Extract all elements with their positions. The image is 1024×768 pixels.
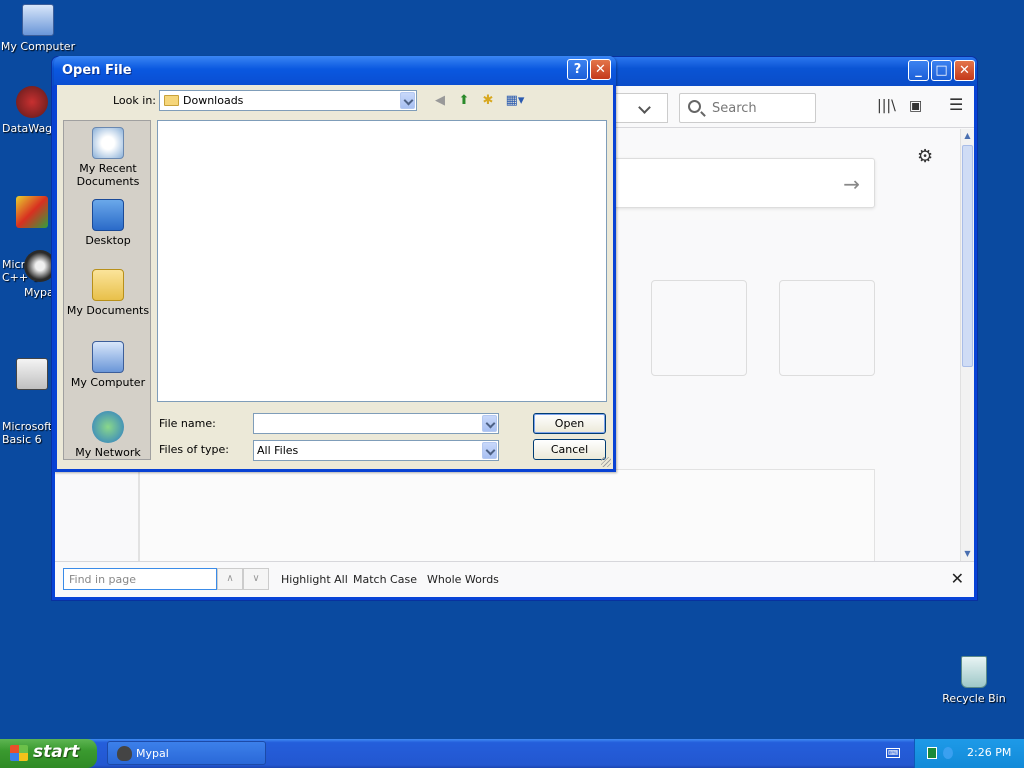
desktop-icon-label: Recycle Bin [942,692,1006,705]
new-folder-icon[interactable]: ✱ [479,92,497,110]
mypal-icon [117,746,132,761]
desktop-icon-label: My Computer [0,40,76,53]
folder-icon [164,95,179,106]
place-label: My Recent Documents [76,162,140,188]
places-bar: My Recent Documents Desktop My Documents… [63,120,151,460]
my-documents-icon [92,269,124,301]
taskbar-item-mypal[interactable]: Mypal [107,741,266,765]
highlight-all-toggle[interactable]: Highlight All [281,573,348,586]
network-icon [92,411,124,443]
desktop-icon-my-computer[interactable]: My Computer [0,4,76,53]
scroll-down-arrow-icon[interactable]: ▼ [961,547,974,561]
recycle-bin-icon [961,656,987,688]
help-button[interactable]: ? [567,59,588,80]
dialog-close-button[interactable]: ✕ [590,59,611,80]
computer-icon [92,341,124,373]
library-icon[interactable]: |||\ [877,98,896,114]
section-margin [55,469,139,569]
search-placeholder: Search [712,101,757,116]
dialog-title-bar[interactable]: Open File ? ✕ [54,56,616,85]
scroll-up-arrow-icon[interactable]: ▲ [961,129,974,143]
look-in-value: Downloads [183,94,244,107]
vb6-icon [16,358,48,390]
place-my-network[interactable]: My Network [64,411,152,459]
up-folder-icon[interactable]: ⬆ [455,92,473,110]
find-bar: Find in page ∧ ∨ Highlight All Match Cas… [55,561,974,597]
settings-gear-icon[interactable]: ⚙ [917,146,933,167]
resize-grip[interactable] [601,457,611,467]
back-icon[interactable]: ◀ [431,92,449,110]
search-input[interactable]: Search [679,93,816,123]
open-button[interactable]: Open [533,413,606,434]
system-tray: 2:26 PM [914,739,1024,768]
place-my-computer[interactable]: My Computer [64,341,152,389]
start-button[interactable]: start [0,739,97,768]
datawage-icon [16,86,48,118]
look-in-label: Look in: [113,94,156,107]
search-go-arrow-icon[interactable]: → [843,172,860,196]
taskbar-item-label: Mypal [136,747,169,760]
view-menu-icon[interactable]: ▦▾ [503,92,527,110]
sidebar-icon[interactable]: ▣ [909,98,922,114]
close-button[interactable]: ✕ [954,60,975,81]
find-close-icon[interactable]: ✕ [951,569,964,588]
place-label: My Network [75,446,141,459]
msvc-icon [16,196,48,228]
tray-network-icon[interactable] [943,747,953,759]
highlights-panel [139,469,875,569]
file-name-combo[interactable] [253,413,499,434]
keyboard-icon[interactable]: ⌨ [886,748,900,758]
file-name-label: File name: [159,417,216,430]
top-site-tile[interactable] [651,280,747,376]
look-in-dropdown[interactable]: Downloads [159,90,417,111]
recent-documents-icon [92,127,124,159]
find-in-page-input[interactable]: Find in page [63,568,217,590]
url-dropdown-button[interactable] [610,93,668,123]
place-label: Desktop [85,234,131,247]
dialog-title: Open File [62,63,132,78]
find-previous-button[interactable]: ∧ [217,568,243,590]
place-label: My Documents [66,304,150,317]
whole-words-toggle[interactable]: Whole Words [427,573,499,586]
files-of-type-label: Files of type: [159,443,230,456]
desktop-icon-recycle-bin[interactable]: Recycle Bin [936,656,1012,705]
computer-icon [22,4,54,36]
minimize-button[interactable]: _ [908,60,929,81]
tray-app-icon[interactable] [927,747,937,759]
cancel-button[interactable]: Cancel [533,439,606,460]
page-search-box[interactable]: → [613,158,875,208]
chevron-down-icon[interactable] [482,415,497,432]
open-file-dialog: Open File ? ✕ Look in: Downloads ◀ ⬆ ✱ ▦… [54,56,616,472]
find-placeholder: Find in page [69,573,137,586]
maximize-button[interactable]: □ [931,60,952,81]
place-my-recent-documents[interactable]: My Recent Documents [64,127,152,188]
place-my-documents[interactable]: My Documents [64,269,152,317]
top-site-tile[interactable] [779,280,875,376]
start-label: start [33,742,80,762]
files-of-type-value: All Files [257,444,299,457]
vertical-scrollbar[interactable]: ▲ ▼ [960,129,974,561]
search-icon [688,100,701,113]
clock[interactable]: 2:26 PM [967,746,1011,759]
desktop-icon [92,199,124,231]
scroll-thumb[interactable] [962,145,973,367]
file-list[interactable] [157,120,607,402]
find-next-button[interactable]: ∨ [243,568,269,590]
place-label: My Computer [70,376,146,389]
taskbar: start Mypal ⌨ 2:26 PM [0,739,1024,768]
place-desktop[interactable]: Desktop [64,199,152,247]
match-case-toggle[interactable]: Match Case [353,573,417,586]
menu-icon[interactable]: ☰ [949,95,963,114]
chevron-down-icon[interactable] [400,92,415,109]
files-of-type-combo[interactable]: All Files [253,440,499,461]
windows-flag-icon [10,745,28,761]
chevron-down-icon[interactable] [482,442,497,459]
